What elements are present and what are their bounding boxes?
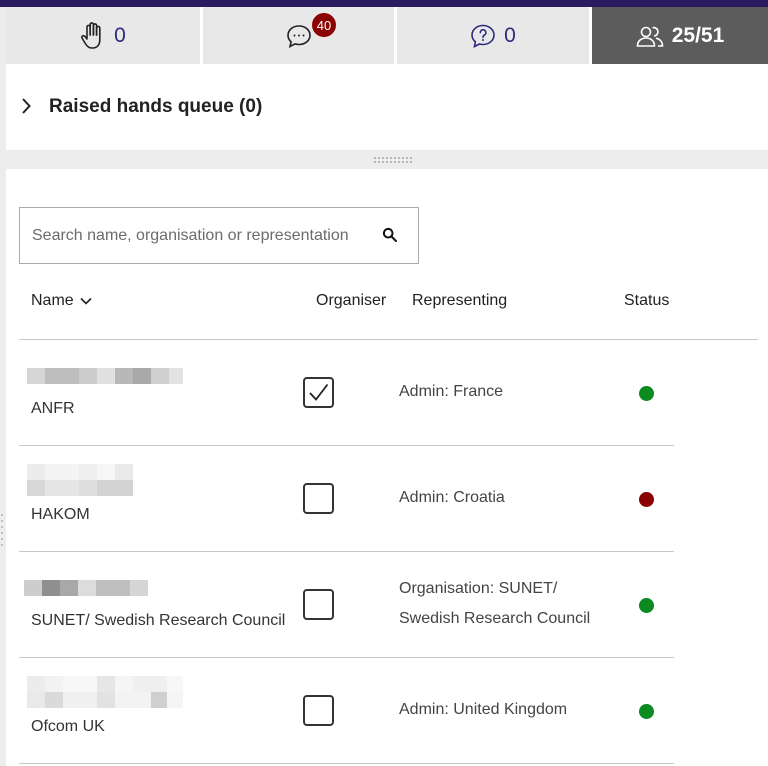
organiser-checkbox[interactable] [303, 377, 334, 408]
column-header-representing: Representing [412, 292, 508, 309]
representing-text-line-1: Organisation: SUNET/ [399, 580, 558, 597]
raised-hands-queue-title[interactable]: Raised hands queue (0) [49, 96, 262, 118]
status-online-indicator [639, 386, 654, 401]
raised-hands-count: 0 [114, 23, 126, 47]
table-row: SUNET/ Swedish Research Council Organisa… [19, 552, 674, 658]
column-header-status: Status [624, 292, 670, 309]
column-header-name[interactable]: Name [31, 292, 92, 310]
search-icon[interactable] [382, 227, 398, 248]
status-offline-indicator [639, 492, 654, 507]
status-online-indicator [639, 598, 654, 613]
checkmark-icon [309, 383, 329, 401]
side-resize-handle[interactable] [0, 512, 4, 552]
representing-text: Admin: France [399, 383, 504, 400]
participant-representing: Admin: Croatia [399, 483, 505, 513]
tab-raised-hands[interactable]: 0 [6, 7, 200, 64]
hand-icon [80, 21, 106, 51]
organiser-checkbox[interactable] [303, 483, 334, 514]
tab-chat[interactable]: 40 [200, 7, 394, 64]
participant-representing: Admin: United Kingdom [399, 695, 567, 725]
participants-count: 25/51 [671, 23, 725, 47]
representing-text: Admin: Croatia [399, 489, 505, 506]
participant-representing: Organisation: SUNET/ Swedish Research Co… [399, 574, 590, 634]
table-row: HAKOM Admin: Croatia [19, 446, 674, 552]
participant-organisation: ANFR [31, 400, 75, 417]
chat-bubble-icon [286, 23, 312, 49]
participant-organisation: Ofcom UK [31, 718, 105, 735]
participant-organisation: SUNET/ Swedish Research Council [31, 612, 286, 629]
participant-representing: Admin: France [399, 348, 503, 407]
tab-participants[interactable]: 25/51 [589, 7, 768, 64]
search-input[interactable] [32, 225, 372, 247]
chevron-right-icon[interactable] [20, 97, 32, 120]
status-online-indicator [639, 704, 654, 719]
top-accent-bar [0, 0, 768, 7]
participant-organisation: HAKOM [31, 506, 90, 523]
panel-tabs: 0 40 0 25/51 [6, 7, 768, 64]
organiser-checkbox[interactable] [303, 589, 334, 620]
meeting-panel: 0 40 0 25/51 Raised hands queue (0) Sear… [0, 0, 768, 766]
table-row: Ofcom UK Admin: United Kingdom [19, 658, 674, 764]
raised-hands-section: Raised hands queue (0) [6, 64, 768, 150]
organiser-checkbox[interactable] [303, 695, 334, 726]
representing-text: Admin: United Kingdom [399, 701, 568, 718]
column-header-organiser: Organiser [316, 292, 387, 309]
participants-panel: Name Organiser Representing Status [6, 169, 768, 766]
table-row: ANFR Admin: France [19, 340, 674, 446]
participant-search [19, 207, 419, 264]
representing-text-line-2: Swedish Research Council [399, 610, 591, 627]
resize-handle[interactable] [374, 156, 414, 164]
question-bubble-icon [470, 23, 496, 49]
column-header-name-label: Name [31, 292, 74, 309]
people-icon [636, 24, 664, 48]
tab-questions[interactable]: 0 [394, 7, 589, 64]
unread-chat-badge: 40 [312, 13, 336, 37]
questions-count: 0 [504, 23, 516, 47]
chevron-down-icon [80, 292, 92, 310]
